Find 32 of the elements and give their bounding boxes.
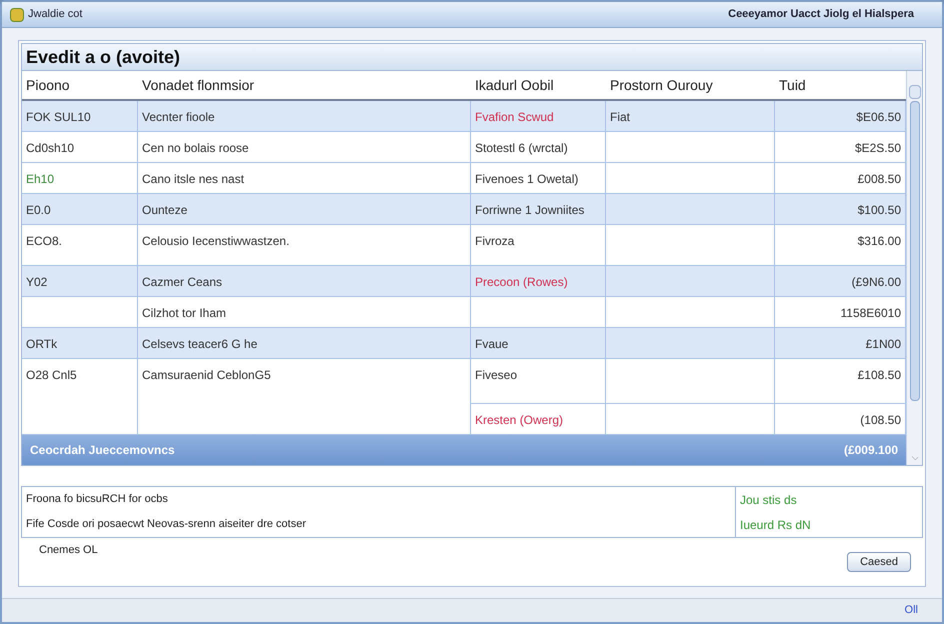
- table-row[interactable]: Cd0sh10 Cen no bolais roose Stotestl 6 (wrctal) $E2S.50: [22, 132, 906, 163]
- status-text: Jou stis ds: [740, 492, 798, 508]
- table-row[interactable]: FOK SUL10 Vecnter fioole Fvafion Scwud Fiat $E06.50: [22, 101, 906, 132]
- note-text: Fife Cosde ori posaecwt Neovas-srenn aiseiter dre cotser: [26, 517, 308, 532]
- scroll-up-button[interactable]: [908, 85, 920, 99]
- window-title: Jwaldie cot: [28, 7, 82, 22]
- scrollbar[interactable]: [906, 71, 922, 465]
- app-icon: [10, 8, 24, 22]
- scroll-thumb[interactable]: [910, 101, 920, 401]
- column-header[interactable]: Ikadurl Oobil: [471, 71, 606, 99]
- caption-text: Cnemes OL: [39, 543, 98, 558]
- table-row[interactable]: ORTk Celsevs teacer6 G he Fvaue £1N00: [22, 328, 906, 359]
- table-row[interactable]: Cilzhot tor Iham 1158E6010: [22, 297, 906, 328]
- table-cell: Fiveseo: [471, 359, 606, 404]
- status-text: Iueurd Rs dN: [740, 516, 812, 534]
- table-row[interactable]: Y02 Cazmer Ceans Precoon (Rowes) (£9N6.00: [22, 266, 906, 297]
- column-header[interactable]: Prostorn Ourouy: [606, 71, 775, 99]
- table-row[interactable]: E0.0 Ounteze Forriwne 1 Jowniites $100.50: [22, 194, 906, 225]
- cancel-button[interactable]: Caesed: [847, 552, 911, 572]
- column-header[interactable]: Vonadet flonmsior: [138, 71, 471, 99]
- scroll-down-icon[interactable]: [911, 454, 918, 460]
- column-header[interactable]: Tuid: [775, 71, 906, 99]
- group-title: Evedit a o (avoite): [21, 43, 923, 71]
- window-subtitle: Ceeeyamor Uacct Jiolg el Hialspera: [728, 7, 914, 22]
- status-bar-text: Oll: [904, 603, 918, 618]
- column-header[interactable]: Pioono: [22, 71, 138, 99]
- note-text: Froona fo bicsuRCH for ocbs: [26, 492, 169, 508]
- table-row[interactable]: ECO8. Celousio Iecenstiwwastzen. Fivroza $316.00: [22, 225, 906, 266]
- total-label: Ceocrdah Jueccemovncs: [30, 442, 175, 459]
- total-value: (£009.100: [844, 442, 898, 459]
- table-row[interactable]: O28 Cnl5 Camsuraenid CeblonG5 Fiveseo Kresten (Owerg) £108.50 (108.50: [22, 359, 906, 435]
- table-row[interactable]: Eh10 Cano itsle nes nast Fivenoes 1 Owetal) £008.50: [22, 163, 906, 194]
